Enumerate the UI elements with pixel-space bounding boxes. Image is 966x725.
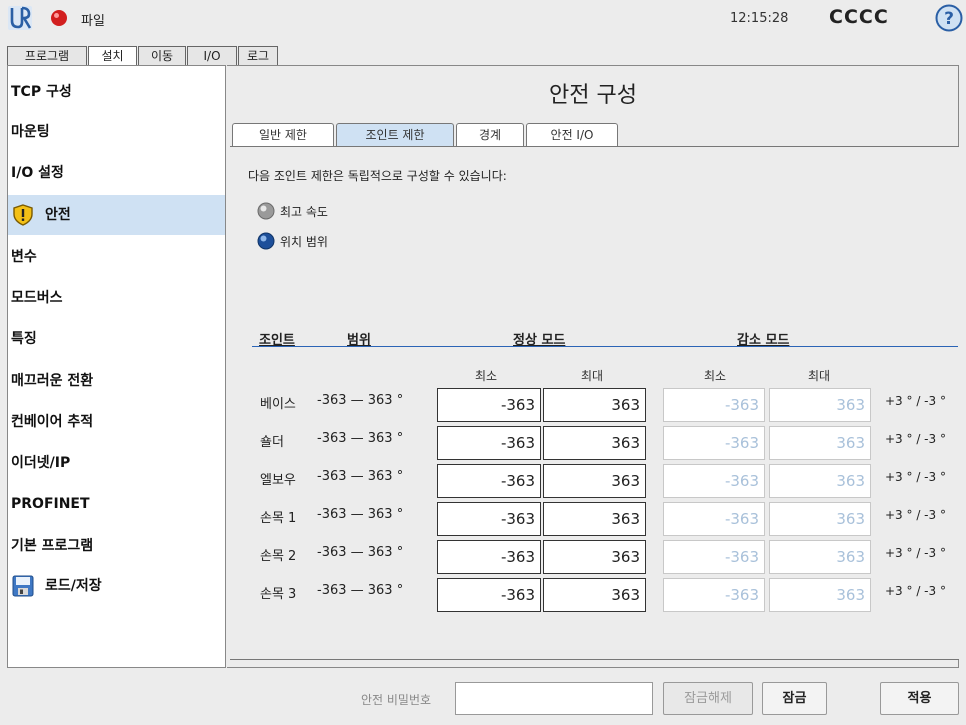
normal-max-input[interactable]: 363 <box>543 388 646 422</box>
reduced-min-input[interactable]: -363 <box>663 502 765 536</box>
sidebar-item-variables[interactable]: 변수 <box>8 237 225 277</box>
tab-joint-limits[interactable]: 조인트 제한 <box>336 123 454 146</box>
normal-min-input[interactable]: -363 <box>437 502 541 536</box>
reduced-min-input[interactable]: -363 <box>663 426 765 460</box>
ur-logo-icon <box>8 6 32 30</box>
sidebar-item-conveyor-tracking[interactable]: 컨베이어 추적 <box>8 402 225 442</box>
normal-min-input[interactable]: -363 <box>437 388 541 422</box>
safety-password-label: 안전 비밀번호 <box>361 693 432 707</box>
normal-max-input[interactable]: 363 <box>543 578 646 612</box>
reduced-min-input[interactable]: -363 <box>663 578 765 612</box>
tab-installation[interactable]: 설치 <box>88 46 137 67</box>
joint-name: 베이스 <box>260 397 296 412</box>
top-bar: 파일 12:15:28 CCCC ? <box>0 0 966 37</box>
joint-name: 손목 1 <box>260 511 297 526</box>
reduced-min-header: 최소 <box>704 369 727 383</box>
joint-name: 손목 3 <box>260 587 297 602</box>
reduced-max-input[interactable]: 363 <box>769 464 871 498</box>
description-text: 다음 조인트 제한은 독립적으로 구성할 수 있습니다: <box>248 169 507 183</box>
tolerance-text: +3 ° / -3 ° <box>885 432 946 446</box>
reduced-max-header: 최대 <box>808 369 831 383</box>
robot-name: CCCC <box>829 6 889 28</box>
safety-password-input[interactable] <box>455 682 653 715</box>
main-tab-bar: 프로그램 설치 이동 I/O 로그 <box>0 46 966 67</box>
reduced-min-input[interactable]: -363 <box>663 540 765 574</box>
sidebar-item-modbus[interactable]: 모드버스 <box>8 278 225 318</box>
normal-max-input[interactable]: 363 <box>543 464 646 498</box>
reduced-min-input[interactable]: -363 <box>663 464 765 498</box>
joint-range: -363 — 363 ° <box>317 469 404 484</box>
radio-position-range[interactable] <box>257 232 275 250</box>
safety-panel: 안전 구성 일반 제한 조인트 제한 경계 안전 I/O 다음 조인트 제한은 … <box>227 65 959 668</box>
sidebar-item-features[interactable]: 특징 <box>8 319 225 359</box>
normal-min-input[interactable]: -363 <box>437 540 541 574</box>
tolerance-text: +3 ° / -3 ° <box>885 470 946 484</box>
safety-shield-icon <box>13 204 33 226</box>
page-title: 안전 구성 <box>549 83 637 108</box>
joint-limits-content: 다음 조인트 제한은 독립적으로 구성할 수 있습니다: 최고 속도 위치 범위… <box>230 146 959 660</box>
normal-max-input[interactable]: 363 <box>543 540 646 574</box>
svg-text:?: ? <box>944 9 954 29</box>
floppy-disk-icon <box>12 575 34 597</box>
tab-io[interactable]: I/O <box>187 46 237 66</box>
tab-boundaries[interactable]: 경계 <box>456 123 524 146</box>
joint-name: 숄더 <box>260 435 284 450</box>
tolerance-text: +3 ° / -3 ° <box>885 584 946 598</box>
help-icon[interactable]: ? <box>935 4 963 32</box>
joint-range: -363 — 363 ° <box>317 393 404 408</box>
reduced-max-input[interactable]: 363 <box>769 540 871 574</box>
apply-button[interactable]: 적용 <box>880 682 959 715</box>
reduced-max-input[interactable]: 363 <box>769 502 871 536</box>
sidebar-item-load-save[interactable]: 로드/저장 <box>8 566 225 606</box>
tolerance-text: +3 ° / -3 ° <box>885 508 946 522</box>
bottom-bar: 안전 비밀번호 잠금해제 잠금 적용 <box>0 670 966 725</box>
tab-safety-io[interactable]: 안전 I/O <box>526 123 618 146</box>
reduced-max-input[interactable]: 363 <box>769 426 871 460</box>
reduced-max-input[interactable]: 363 <box>769 578 871 612</box>
tolerance-text: +3 ° / -3 ° <box>885 546 946 560</box>
tab-general-limits[interactable]: 일반 제한 <box>232 123 334 146</box>
normal-min-input[interactable]: -363 <box>437 464 541 498</box>
sidebar-item-default-program[interactable]: 기본 프로그램 <box>8 526 225 566</box>
joint-range: -363 — 363 ° <box>317 431 404 446</box>
clock: 12:15:28 <box>730 11 789 26</box>
normal-min-header: 최소 <box>475 369 498 383</box>
tab-move[interactable]: 이동 <box>138 46 186 66</box>
lock-button[interactable]: 잠금 <box>762 682 827 715</box>
sidebar-item-smooth-transition[interactable]: 매끄러운 전환 <box>8 361 225 401</box>
robot-stop-icon[interactable] <box>50 9 68 27</box>
normal-max-input[interactable]: 363 <box>543 502 646 536</box>
file-menu[interactable]: 파일 <box>81 10 105 29</box>
joint-range: -363 — 363 ° <box>317 545 404 560</box>
sidebar-item-safety[interactable]: 안전 <box>8 195 225 235</box>
reduced-min-input[interactable]: -363 <box>663 388 765 422</box>
normal-max-input[interactable]: 363 <box>543 426 646 460</box>
tolerance-text: +3 ° / -3 ° <box>885 394 946 408</box>
header-divider <box>252 346 958 347</box>
radio-max-speed[interactable] <box>257 202 275 220</box>
sidebar-item-tcp[interactable]: TCP 구성 <box>8 72 225 112</box>
sidebar-item-mounting[interactable]: 마운팅 <box>8 112 225 152</box>
sidebar-item-profinet[interactable]: PROFINET <box>8 484 225 524</box>
radio-label-max-speed[interactable]: 최고 속도 <box>280 203 328 220</box>
radio-label-position-range[interactable]: 위치 범위 <box>280 233 328 250</box>
installation-sidebar: TCP 구성 마운팅 I/O 설정 안전 변수 모드버스 특징 매끄러운 전환 … <box>7 65 226 668</box>
sidebar-item-ethernet-ip[interactable]: 이더넷/IP <box>8 443 225 483</box>
joint-name: 손목 2 <box>260 549 297 564</box>
normal-min-input[interactable]: -363 <box>437 426 541 460</box>
joint-range: -363 — 363 ° <box>317 507 404 522</box>
normal-min-input[interactable]: -363 <box>437 578 541 612</box>
normal-max-header: 최대 <box>581 369 604 383</box>
joint-name: 엘보우 <box>260 473 296 488</box>
unlock-button[interactable]: 잠금해제 <box>663 682 753 715</box>
joint-range: -363 — 363 ° <box>317 583 404 598</box>
sidebar-item-io-setup[interactable]: I/O 설정 <box>8 153 225 193</box>
tab-log[interactable]: 로그 <box>238 46 278 66</box>
tab-program[interactable]: 프로그램 <box>7 46 87 66</box>
reduced-max-input[interactable]: 363 <box>769 388 871 422</box>
